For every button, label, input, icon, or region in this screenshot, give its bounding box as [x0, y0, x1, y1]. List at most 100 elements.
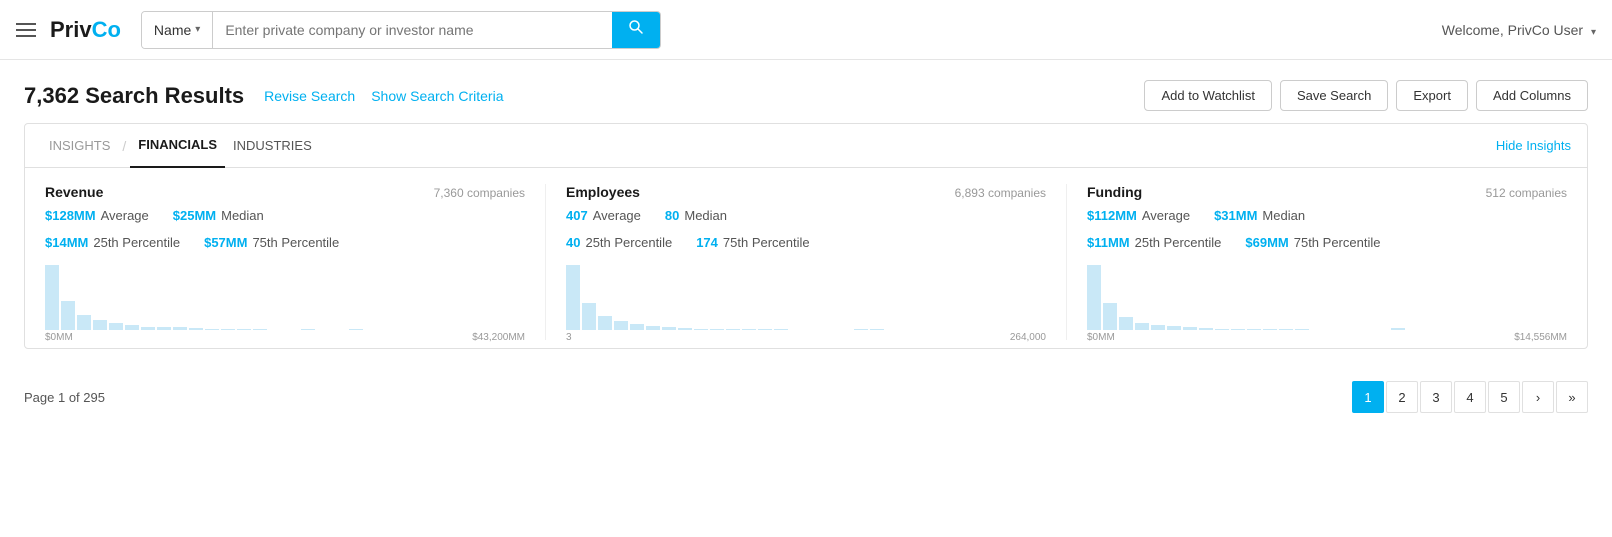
- search-type-arrow-icon: ▾: [195, 24, 200, 35]
- bar: [662, 327, 676, 330]
- bar: [157, 327, 171, 330]
- page-5-button[interactable]: 5: [1488, 381, 1520, 413]
- bar: [726, 329, 740, 330]
- revenue-median: $25MM Median: [173, 208, 264, 223]
- funding-axis-min: $0MM: [1087, 332, 1115, 343]
- bar: [854, 329, 868, 330]
- funding-p25: $11MM 25th Percentile: [1087, 235, 1221, 250]
- bar: [1279, 329, 1293, 330]
- funding-p75-label: 75th Percentile: [1294, 235, 1381, 250]
- revenue-title: Revenue: [45, 184, 103, 200]
- bar: [205, 329, 219, 330]
- bar: [630, 324, 644, 330]
- bar: [678, 328, 692, 330]
- add-watchlist-button[interactable]: Add to Watchlist: [1144, 80, 1271, 111]
- charts-area: Revenue 7,360 companies $128MM Average $…: [25, 168, 1587, 348]
- bar: [1295, 329, 1309, 330]
- bar: [125, 325, 139, 330]
- revenue-median-value: $25MM: [173, 208, 216, 223]
- bar: [758, 329, 772, 330]
- bar: [1167, 326, 1181, 330]
- employees-p25-label: 25th Percentile: [585, 235, 672, 250]
- bar: [566, 265, 580, 330]
- bar: [61, 301, 75, 330]
- bar: [189, 328, 203, 330]
- funding-stats-row1: $112MM Average $31MM Median: [1087, 208, 1567, 223]
- revenue-p25-value: $14MM: [45, 235, 88, 250]
- revise-search-link[interactable]: Revise Search: [264, 88, 355, 104]
- funding-title: Funding: [1087, 184, 1142, 200]
- results-actions: Revise Search Show Search Criteria: [264, 88, 1144, 104]
- search-button[interactable]: [612, 12, 660, 48]
- logo-co: Co: [92, 17, 121, 42]
- employees-stats-row1: 407 Average 80 Median: [566, 208, 1046, 223]
- page-4-button[interactable]: 4: [1454, 381, 1486, 413]
- employees-axis-min: 3: [566, 332, 572, 343]
- search-input[interactable]: [213, 12, 612, 48]
- pagination-buttons: 1 2 3 4 5 › »: [1352, 381, 1588, 413]
- page-3-button[interactable]: 3: [1420, 381, 1452, 413]
- employees-p75-label: 75th Percentile: [723, 235, 810, 250]
- employees-average: 407 Average: [566, 208, 641, 223]
- revenue-avg-value: $128MM: [45, 208, 96, 223]
- add-columns-button[interactable]: Add Columns: [1476, 80, 1588, 111]
- employees-companies: 6,893 companies: [955, 186, 1046, 200]
- tab-insights[interactable]: INSIGHTS: [41, 124, 118, 168]
- page-last-button[interactable]: »: [1556, 381, 1588, 413]
- insights-tabs: INSIGHTS / FINANCIALS INDUSTRIES Hide In…: [25, 124, 1587, 168]
- bar: [598, 316, 612, 330]
- bar: [349, 329, 363, 330]
- bar: [1263, 329, 1277, 330]
- bar: [1103, 303, 1117, 330]
- funding-average: $112MM Average: [1087, 208, 1190, 223]
- welcome-dropdown-icon: ▾: [1591, 27, 1596, 38]
- employees-stats-row2: 40 25th Percentile 174 75th Percentile: [566, 235, 1046, 250]
- save-search-button[interactable]: Save Search: [1280, 80, 1388, 111]
- hide-insights-button[interactable]: Hide Insights: [1496, 138, 1571, 153]
- bar: [253, 329, 267, 330]
- page-1-button[interactable]: 1: [1352, 381, 1384, 413]
- pagination-area: Page 1 of 295 1 2 3 4 5 › »: [0, 365, 1612, 429]
- employees-median: 80 Median: [665, 208, 727, 223]
- bar: [646, 326, 660, 330]
- bar: [109, 323, 123, 330]
- bar: [173, 327, 187, 330]
- revenue-chart-section: Revenue 7,360 companies $128MM Average $…: [25, 184, 546, 340]
- funding-median-value: $31MM: [1214, 208, 1257, 223]
- employees-p75: 174 75th Percentile: [696, 235, 809, 250]
- show-criteria-link[interactable]: Show Search Criteria: [371, 88, 503, 104]
- bar: [93, 320, 107, 330]
- tab-financials[interactable]: FINANCIALS: [130, 124, 225, 168]
- employees-p25: 40 25th Percentile: [566, 235, 672, 250]
- search-icon: [628, 19, 644, 40]
- search-bar: Name ▾: [141, 11, 661, 49]
- revenue-bar-chart: $0MM $43,200MM: [45, 260, 525, 340]
- employees-p25-value: 40: [566, 235, 580, 250]
- bar: [237, 329, 251, 330]
- employees-avg-label: Average: [593, 208, 641, 223]
- bar: [141, 327, 155, 330]
- bar: [774, 329, 788, 330]
- bar: [301, 329, 315, 330]
- bar: [1135, 323, 1149, 330]
- hamburger-menu[interactable]: [16, 23, 36, 37]
- welcome-user[interactable]: Welcome, PrivCo User ▾: [1442, 22, 1596, 38]
- navbar: PrivCo Name ▾ Welcome, PrivCo User ▾: [0, 0, 1612, 60]
- funding-avg-label: Average: [1142, 208, 1190, 223]
- page-next-button[interactable]: ›: [1522, 381, 1554, 413]
- revenue-p25-label: 25th Percentile: [93, 235, 180, 250]
- tab-industries[interactable]: INDUSTRIES: [225, 124, 320, 168]
- results-header: 7,362 Search Results Revise Search Show …: [0, 60, 1612, 123]
- export-button[interactable]: Export: [1396, 80, 1468, 111]
- search-type-dropdown[interactable]: Name ▾: [142, 12, 213, 48]
- bar: [614, 321, 628, 330]
- employees-bar-chart: 3 264,000: [566, 260, 1046, 340]
- results-buttons: Add to Watchlist Save Search Export Add …: [1144, 80, 1588, 111]
- revenue-axis-min: $0MM: [45, 332, 73, 343]
- employees-avg-value: 407: [566, 208, 588, 223]
- tab-separator: /: [122, 138, 126, 154]
- revenue-p25: $14MM 25th Percentile: [45, 235, 180, 250]
- bar: [1119, 317, 1133, 330]
- page-2-button[interactable]: 2: [1386, 381, 1418, 413]
- revenue-average: $128MM Average: [45, 208, 149, 223]
